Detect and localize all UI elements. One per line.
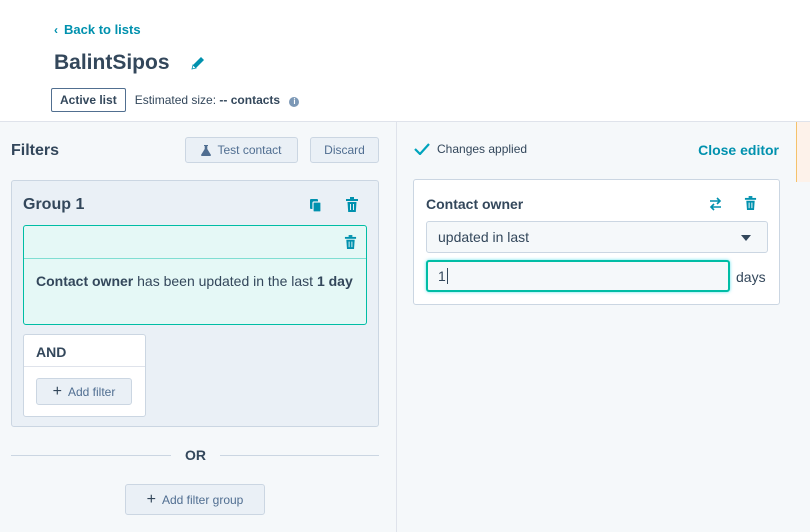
estimated-size: Estimated size: -- contacts i — [135, 93, 300, 107]
estimated-size-value: -- contacts — [219, 93, 281, 107]
estimated-size-label: Estimated size: — [134, 93, 217, 107]
and-divider — [24, 366, 145, 367]
add-filter-label: Add filter — [67, 384, 116, 399]
chevron-left-icon: ‹ — [54, 22, 58, 37]
changes-status-label: Changes applied — [437, 142, 528, 156]
plus-icon: + — [52, 382, 62, 400]
filter-group: Group 1 Contact owner has been updated i… — [11, 180, 379, 427]
or-line-left — [11, 455, 171, 456]
active-list-badge: Active list — [51, 88, 126, 112]
caret-down-icon — [741, 235, 751, 241]
and-block: AND + Add filter — [23, 334, 146, 417]
filter-card[interactable]: Contact owner has been updated in the la… — [23, 225, 367, 325]
add-filter-group-label: Add filter group — [161, 492, 244, 507]
filter-amount: 1 day — [316, 273, 353, 289]
pencil-icon[interactable] — [190, 55, 206, 71]
text-cursor — [446, 268, 448, 284]
filters-title: Filters — [11, 142, 60, 159]
page-header: ‹ Back to lists BalintSipos Active list … — [0, 0, 810, 121]
filter-description: Contact owner has been updated in the la… — [36, 270, 356, 292]
add-filter-group-button[interactable]: + Add filter group — [125, 484, 265, 515]
clone-icon[interactable] — [309, 198, 323, 214]
or-separator: OR — [11, 445, 379, 465]
or-label: OR — [185, 447, 206, 463]
operator-select[interactable]: updated in last — [426, 221, 768, 253]
trash-icon[interactable] — [345, 197, 359, 213]
swap-icon[interactable] — [709, 197, 722, 211]
group-title: Group 1 — [23, 196, 85, 213]
back-link-label: Back to lists — [64, 22, 141, 37]
discard-button[interactable]: Discard — [310, 137, 379, 163]
trash-icon[interactable] — [344, 235, 357, 250]
plus-icon: + — [146, 490, 156, 508]
unit-label: days — [736, 269, 766, 285]
close-editor-link[interactable]: Close editor — [698, 142, 779, 158]
editor-property-title: Contact owner — [426, 196, 524, 212]
filters-panel: Filters Test contact Discard Group 1 Con… — [0, 122, 396, 532]
page-title: BalintSipos — [54, 51, 170, 74]
trash-icon[interactable] — [744, 196, 757, 211]
value-input-text: 1 — [438, 268, 446, 284]
and-label: AND — [36, 344, 67, 360]
filter-editor-card: Contact owner updated in last 1 days — [413, 179, 780, 305]
add-filter-button[interactable]: + Add filter — [36, 378, 132, 405]
value-input[interactable]: 1 — [426, 260, 730, 292]
side-tab[interactable] — [796, 122, 810, 182]
back-to-lists-link[interactable]: ‹ Back to lists — [54, 22, 141, 37]
or-line-right — [220, 455, 379, 456]
operator-value: updated in last — [438, 229, 530, 245]
changes-status: Changes applied — [414, 142, 527, 156]
discard-label: Discard — [324, 143, 365, 157]
test-contact-button[interactable]: Test contact — [185, 137, 298, 163]
flask-icon — [201, 144, 212, 156]
editor-panel: Changes applied Close editor Contact own… — [396, 122, 810, 532]
filter-condition: has been updated in the last — [133, 273, 317, 289]
check-icon — [414, 143, 430, 155]
test-contact-label: Test contact — [217, 143, 282, 157]
filter-property: Contact owner — [36, 273, 134, 289]
info-icon[interactable]: i — [289, 96, 300, 107]
